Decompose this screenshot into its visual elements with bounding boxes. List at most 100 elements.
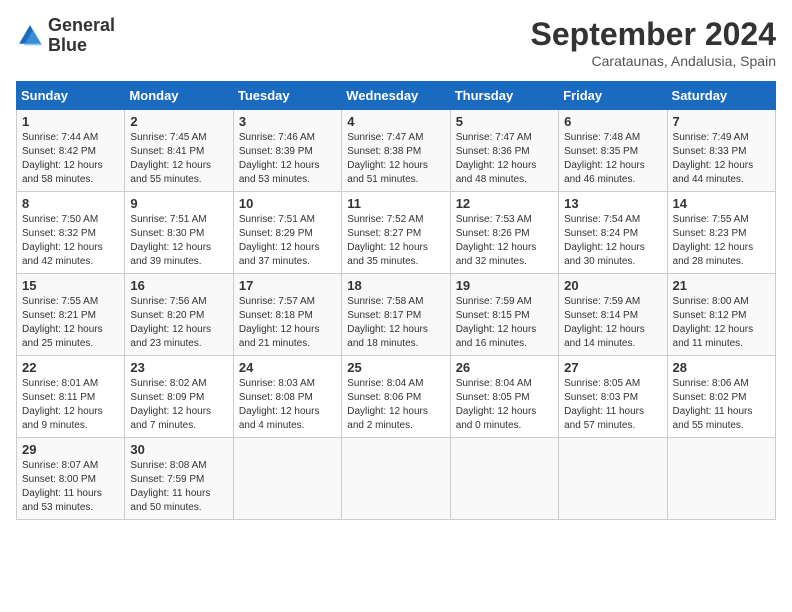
day-number: 17 — [239, 278, 336, 293]
day-number: 16 — [130, 278, 227, 293]
calendar-cell: 10 Sunrise: 7:51 AMSunset: 8:29 PMDaylig… — [233, 192, 341, 274]
calendar-cell: 7 Sunrise: 7:49 AMSunset: 8:33 PMDayligh… — [667, 110, 775, 192]
day-info: Sunrise: 7:47 AMSunset: 8:38 PMDaylight:… — [347, 132, 428, 185]
page-header: General Blue September 2024 Carataunas, … — [16, 16, 776, 69]
day-info: Sunrise: 7:45 AMSunset: 8:41 PMDaylight:… — [130, 132, 211, 185]
day-number: 3 — [239, 114, 336, 129]
calendar-cell: 25 Sunrise: 8:04 AMSunset: 8:06 PMDaylig… — [342, 356, 450, 438]
day-info: Sunrise: 7:50 AMSunset: 8:32 PMDaylight:… — [22, 214, 103, 267]
calendar-cell: 28 Sunrise: 8:06 AMSunset: 8:02 PMDaylig… — [667, 356, 775, 438]
weekday-header-friday: Friday — [559, 82, 667, 110]
calendar-cell: 1 Sunrise: 7:44 AMSunset: 8:42 PMDayligh… — [17, 110, 125, 192]
day-number: 24 — [239, 360, 336, 375]
day-number: 25 — [347, 360, 444, 375]
calendar-cell: 9 Sunrise: 7:51 AMSunset: 8:30 PMDayligh… — [125, 192, 233, 274]
calendar-cell: 17 Sunrise: 7:57 AMSunset: 8:18 PMDaylig… — [233, 274, 341, 356]
day-info: Sunrise: 7:55 AMSunset: 8:23 PMDaylight:… — [673, 214, 754, 267]
day-number: 29 — [22, 442, 119, 457]
day-info: Sunrise: 7:56 AMSunset: 8:20 PMDaylight:… — [130, 296, 211, 349]
day-info: Sunrise: 7:57 AMSunset: 8:18 PMDaylight:… — [239, 296, 320, 349]
day-info: Sunrise: 8:03 AMSunset: 8:08 PMDaylight:… — [239, 378, 320, 431]
day-info: Sunrise: 7:51 AMSunset: 8:29 PMDaylight:… — [239, 214, 320, 267]
calendar-cell: 5 Sunrise: 7:47 AMSunset: 8:36 PMDayligh… — [450, 110, 558, 192]
logo: General Blue — [16, 16, 115, 56]
week-row-4: 22 Sunrise: 8:01 AMSunset: 8:11 PMDaylig… — [17, 356, 776, 438]
day-info: Sunrise: 7:48 AMSunset: 8:35 PMDaylight:… — [564, 132, 645, 185]
calendar-cell: 20 Sunrise: 7:59 AMSunset: 8:14 PMDaylig… — [559, 274, 667, 356]
calendar-cell — [667, 438, 775, 520]
logo-line2: Blue — [48, 36, 115, 56]
day-number: 6 — [564, 114, 661, 129]
day-number: 11 — [347, 196, 444, 211]
day-info: Sunrise: 7:47 AMSunset: 8:36 PMDaylight:… — [456, 132, 537, 185]
calendar-cell — [450, 438, 558, 520]
day-info: Sunrise: 7:58 AMSunset: 8:17 PMDaylight:… — [347, 296, 428, 349]
day-info: Sunrise: 8:01 AMSunset: 8:11 PMDaylight:… — [22, 378, 103, 431]
day-info: Sunrise: 7:52 AMSunset: 8:27 PMDaylight:… — [347, 214, 428, 267]
calendar-cell: 26 Sunrise: 8:04 AMSunset: 8:05 PMDaylig… — [450, 356, 558, 438]
calendar-cell: 24 Sunrise: 8:03 AMSunset: 8:08 PMDaylig… — [233, 356, 341, 438]
logo-line1: General — [48, 16, 115, 36]
month-title: September 2024 — [531, 16, 776, 53]
day-number: 18 — [347, 278, 444, 293]
day-info: Sunrise: 8:04 AMSunset: 8:05 PMDaylight:… — [456, 378, 537, 431]
calendar-cell: 16 Sunrise: 7:56 AMSunset: 8:20 PMDaylig… — [125, 274, 233, 356]
day-number: 12 — [456, 196, 553, 211]
calendar-cell — [342, 438, 450, 520]
day-info: Sunrise: 8:05 AMSunset: 8:03 PMDaylight:… — [564, 378, 644, 431]
calendar-cell: 15 Sunrise: 7:55 AMSunset: 8:21 PMDaylig… — [17, 274, 125, 356]
logo-icon — [16, 22, 44, 50]
day-info: Sunrise: 8:04 AMSunset: 8:06 PMDaylight:… — [347, 378, 428, 431]
weekday-header-monday: Monday — [125, 82, 233, 110]
calendar-cell: 22 Sunrise: 8:01 AMSunset: 8:11 PMDaylig… — [17, 356, 125, 438]
day-number: 7 — [673, 114, 770, 129]
calendar-body: 1 Sunrise: 7:44 AMSunset: 8:42 PMDayligh… — [17, 110, 776, 520]
day-number: 5 — [456, 114, 553, 129]
day-number: 22 — [22, 360, 119, 375]
day-number: 27 — [564, 360, 661, 375]
title-block: September 2024 Carataunas, Andalusia, Sp… — [531, 16, 776, 69]
week-row-1: 1 Sunrise: 7:44 AMSunset: 8:42 PMDayligh… — [17, 110, 776, 192]
weekday-header-sunday: Sunday — [17, 82, 125, 110]
weekday-header-saturday: Saturday — [667, 82, 775, 110]
week-row-2: 8 Sunrise: 7:50 AMSunset: 8:32 PMDayligh… — [17, 192, 776, 274]
calendar-cell — [233, 438, 341, 520]
day-info: Sunrise: 7:53 AMSunset: 8:26 PMDaylight:… — [456, 214, 537, 267]
day-number: 15 — [22, 278, 119, 293]
calendar-cell — [559, 438, 667, 520]
day-number: 13 — [564, 196, 661, 211]
weekday-header-row: SundayMondayTuesdayWednesdayThursdayFrid… — [17, 82, 776, 110]
calendar-cell: 11 Sunrise: 7:52 AMSunset: 8:27 PMDaylig… — [342, 192, 450, 274]
calendar-cell: 18 Sunrise: 7:58 AMSunset: 8:17 PMDaylig… — [342, 274, 450, 356]
day-info: Sunrise: 7:49 AMSunset: 8:33 PMDaylight:… — [673, 132, 754, 185]
day-number: 23 — [130, 360, 227, 375]
calendar-cell: 30 Sunrise: 8:08 AMSunset: 7:59 PMDaylig… — [125, 438, 233, 520]
day-info: Sunrise: 7:59 AMSunset: 8:14 PMDaylight:… — [564, 296, 645, 349]
calendar-cell: 23 Sunrise: 8:02 AMSunset: 8:09 PMDaylig… — [125, 356, 233, 438]
day-info: Sunrise: 7:55 AMSunset: 8:21 PMDaylight:… — [22, 296, 103, 349]
day-number: 8 — [22, 196, 119, 211]
day-info: Sunrise: 8:02 AMSunset: 8:09 PMDaylight:… — [130, 378, 211, 431]
calendar-cell: 4 Sunrise: 7:47 AMSunset: 8:38 PMDayligh… — [342, 110, 450, 192]
calendar-cell: 12 Sunrise: 7:53 AMSunset: 8:26 PMDaylig… — [450, 192, 558, 274]
day-number: 30 — [130, 442, 227, 457]
day-info: Sunrise: 7:51 AMSunset: 8:30 PMDaylight:… — [130, 214, 211, 267]
calendar-cell: 13 Sunrise: 7:54 AMSunset: 8:24 PMDaylig… — [559, 192, 667, 274]
day-info: Sunrise: 8:00 AMSunset: 8:12 PMDaylight:… — [673, 296, 754, 349]
day-number: 20 — [564, 278, 661, 293]
week-row-5: 29 Sunrise: 8:07 AMSunset: 8:00 PMDaylig… — [17, 438, 776, 520]
day-info: Sunrise: 8:07 AMSunset: 8:00 PMDaylight:… — [22, 460, 102, 513]
day-number: 14 — [673, 196, 770, 211]
weekday-header-wednesday: Wednesday — [342, 82, 450, 110]
calendar-cell: 6 Sunrise: 7:48 AMSunset: 8:35 PMDayligh… — [559, 110, 667, 192]
week-row-3: 15 Sunrise: 7:55 AMSunset: 8:21 PMDaylig… — [17, 274, 776, 356]
day-info: Sunrise: 8:06 AMSunset: 8:02 PMDaylight:… — [673, 378, 753, 431]
calendar-cell: 8 Sunrise: 7:50 AMSunset: 8:32 PMDayligh… — [17, 192, 125, 274]
day-number: 26 — [456, 360, 553, 375]
day-number: 19 — [456, 278, 553, 293]
day-number: 9 — [130, 196, 227, 211]
calendar-cell: 21 Sunrise: 8:00 AMSunset: 8:12 PMDaylig… — [667, 274, 775, 356]
day-number: 1 — [22, 114, 119, 129]
weekday-header-thursday: Thursday — [450, 82, 558, 110]
calendar-cell: 29 Sunrise: 8:07 AMSunset: 8:00 PMDaylig… — [17, 438, 125, 520]
